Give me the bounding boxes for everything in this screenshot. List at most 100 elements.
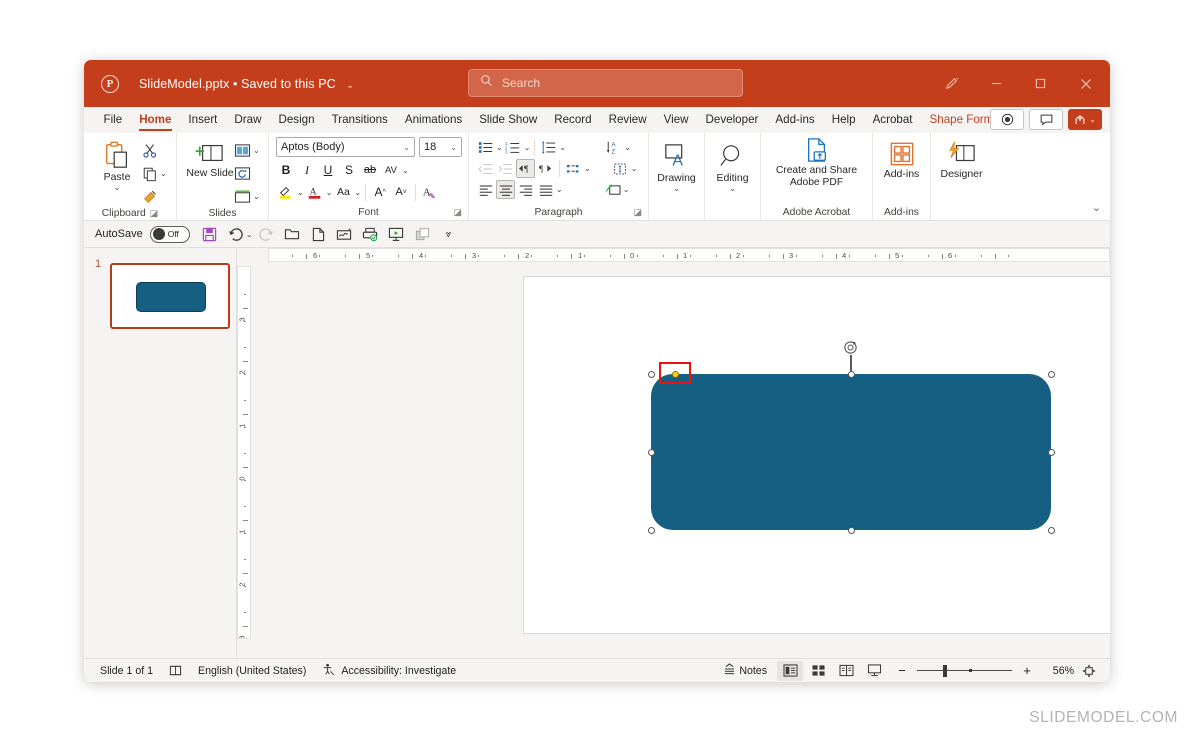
chevron-down-icon[interactable]: ⌄ [253,146,260,155]
zoom-out-button[interactable]: − [889,661,915,681]
chevron-down-icon[interactable]: ⌄ [246,230,253,239]
tab-draw[interactable]: Draw [226,108,270,132]
align-right-button[interactable] [516,180,535,199]
save-button[interactable] [198,223,222,245]
minimize-button[interactable] [974,60,1018,107]
tab-insert[interactable]: Insert [180,108,226,132]
change-case-button[interactable]: Aa [333,182,353,202]
search-box[interactable]: Search [468,69,743,97]
chevron-down-icon[interactable]: ⌄ [559,143,566,152]
new-file-button[interactable] [306,223,330,245]
chevron-down-icon[interactable]: ⌄ [631,164,638,173]
chevron-down-icon[interactable]: ⌄ [444,143,457,152]
chevron-down-icon[interactable]: ⌄ [624,143,631,152]
strikethrough-button[interactable]: ab [360,160,380,180]
paragraph-dialog-launcher[interactable]: ◪ [633,207,642,218]
tab-developer[interactable]: Developer [697,108,767,132]
chevron-down-icon[interactable]: ⌄ [524,143,531,152]
resize-handle-middle-right[interactable] [1047,448,1055,456]
tab-view[interactable]: View [655,108,697,132]
vertical-ruler[interactable]: 3 2 1 0 1 2 3 [237,266,251,639]
resize-handle-middle-left[interactable] [647,448,655,456]
bold-button[interactable]: B [276,160,296,180]
character-spacing-button[interactable]: AV [381,160,401,180]
decrease-indent-button[interactable] [476,159,495,178]
ltr-button[interactable]: ¶ [536,159,555,178]
line-spacing-button[interactable] [539,138,558,157]
resize-handle-top-left[interactable] [647,370,655,378]
chevron-down-icon[interactable]: ⌄ [397,143,410,152]
decrease-font-size-button[interactable]: A ˅ [391,182,411,202]
increase-indent-button[interactable] [496,159,515,178]
rounded-rectangle-shape[interactable] [651,374,1051,530]
zoom-level[interactable]: 56% [1042,665,1074,677]
chevron-down-icon[interactable]: ⌄ [326,188,333,197]
slide-canvas[interactable] [523,276,1110,634]
layout-button[interactable]: ⌄ [234,140,260,161]
chevron-down-icon[interactable]: ⌄ [556,185,563,194]
numbering-button[interactable]: 123 [504,138,523,157]
maximize-button[interactable] [1018,60,1062,107]
zoom-slider-handle[interactable] [943,664,947,677]
text-highlight-button[interactable] [276,182,296,202]
format-painter-button[interactable] [142,186,167,207]
slide-counter[interactable]: Slide 1 of 1 [92,665,161,677]
chevron-down-icon[interactable]: ⌄ [402,166,409,175]
designer-button[interactable]: Designer [938,139,985,180]
print-button[interactable] [358,223,382,245]
customize-qat-button[interactable]: ⩔ [436,223,460,245]
drawing-button[interactable]: A Drawing ⌄ [656,141,697,193]
chevron-down-icon[interactable]: ⌄ [160,169,167,178]
italic-button[interactable]: I [297,160,317,180]
chevron-down-icon[interactable]: ⌄ [346,80,354,90]
chevron-down-icon[interactable]: ⌄ [496,143,503,152]
tab-record[interactable]: Record [546,108,600,132]
chevron-down-icon[interactable]: ⌄ [623,185,630,194]
comments-button[interactable] [1029,109,1063,130]
reading-view-button[interactable] [833,661,859,681]
record-button[interactable] [990,109,1024,130]
tab-review[interactable]: Review [600,108,655,132]
redo-button[interactable] [254,223,278,245]
smartart-button[interactable] [603,180,622,199]
resize-handle-bottom-left[interactable] [647,526,655,534]
slide-sorter-button[interactable] [805,661,831,681]
notes-button[interactable]: Notes [715,663,775,678]
open-button[interactable] [280,223,304,245]
font-color-button[interactable]: A [305,182,325,202]
chevron-down-icon[interactable]: ⌄ [114,183,121,192]
tab-help[interactable]: Help [823,108,864,132]
share-button[interactable]: ⌄ [1068,109,1102,130]
font-size-combobox[interactable]: 18 ⌄ [419,137,462,157]
editing-button[interactable]: Editing ⌄ [712,141,753,193]
tab-home[interactable]: Home [131,108,180,132]
tab-add-ins[interactable]: Add-ins [767,108,823,132]
align-text-button[interactable] [611,159,630,178]
rotate-icon[interactable] [843,340,858,355]
chevron-down-icon[interactable]: ⌄ [673,184,680,193]
zoom-slider[interactable] [917,664,1012,678]
tab-acrobat[interactable]: Acrobat [864,108,921,132]
text-shadow-button[interactable]: S [339,160,359,180]
text-direction-button[interactable]: AZ [604,138,623,157]
increase-font-size-button[interactable]: A ^ [370,182,390,202]
chevron-down-icon[interactable]: ⌄ [584,164,591,173]
section-button[interactable]: ⌄ [234,186,260,207]
zoom-in-button[interactable]: + [1014,661,1040,681]
accessibility-status[interactable]: Accessibility: Investigate [314,663,464,679]
font-dialog-launcher[interactable]: ◪ [453,207,462,218]
slideshow-button[interactable] [861,661,887,681]
horizontal-ruler[interactable]: 6 5 4 3 2 1 0 1 2 3 4 5 6 [268,248,1110,262]
resize-handle-top-right[interactable] [1047,370,1055,378]
collapse-ribbon-icon[interactable]: ⌄ [1092,201,1101,214]
tab-transitions[interactable]: Transitions [323,108,396,132]
clipboard-dialog-launcher[interactable]: ◪ [150,208,159,219]
duplicate-button[interactable] [410,223,434,245]
reset-button[interactable] [234,163,260,184]
tab-slide-show[interactable]: Slide Show [471,108,546,132]
create-share-pdf-button[interactable]: Create and Share Adobe PDF [768,137,865,189]
new-slide-button[interactable]: New Slide [186,138,234,179]
start-slideshow-button[interactable] [384,223,408,245]
add-ins-button[interactable]: Add-ins [880,139,923,180]
columns-button[interactable] [564,159,583,178]
